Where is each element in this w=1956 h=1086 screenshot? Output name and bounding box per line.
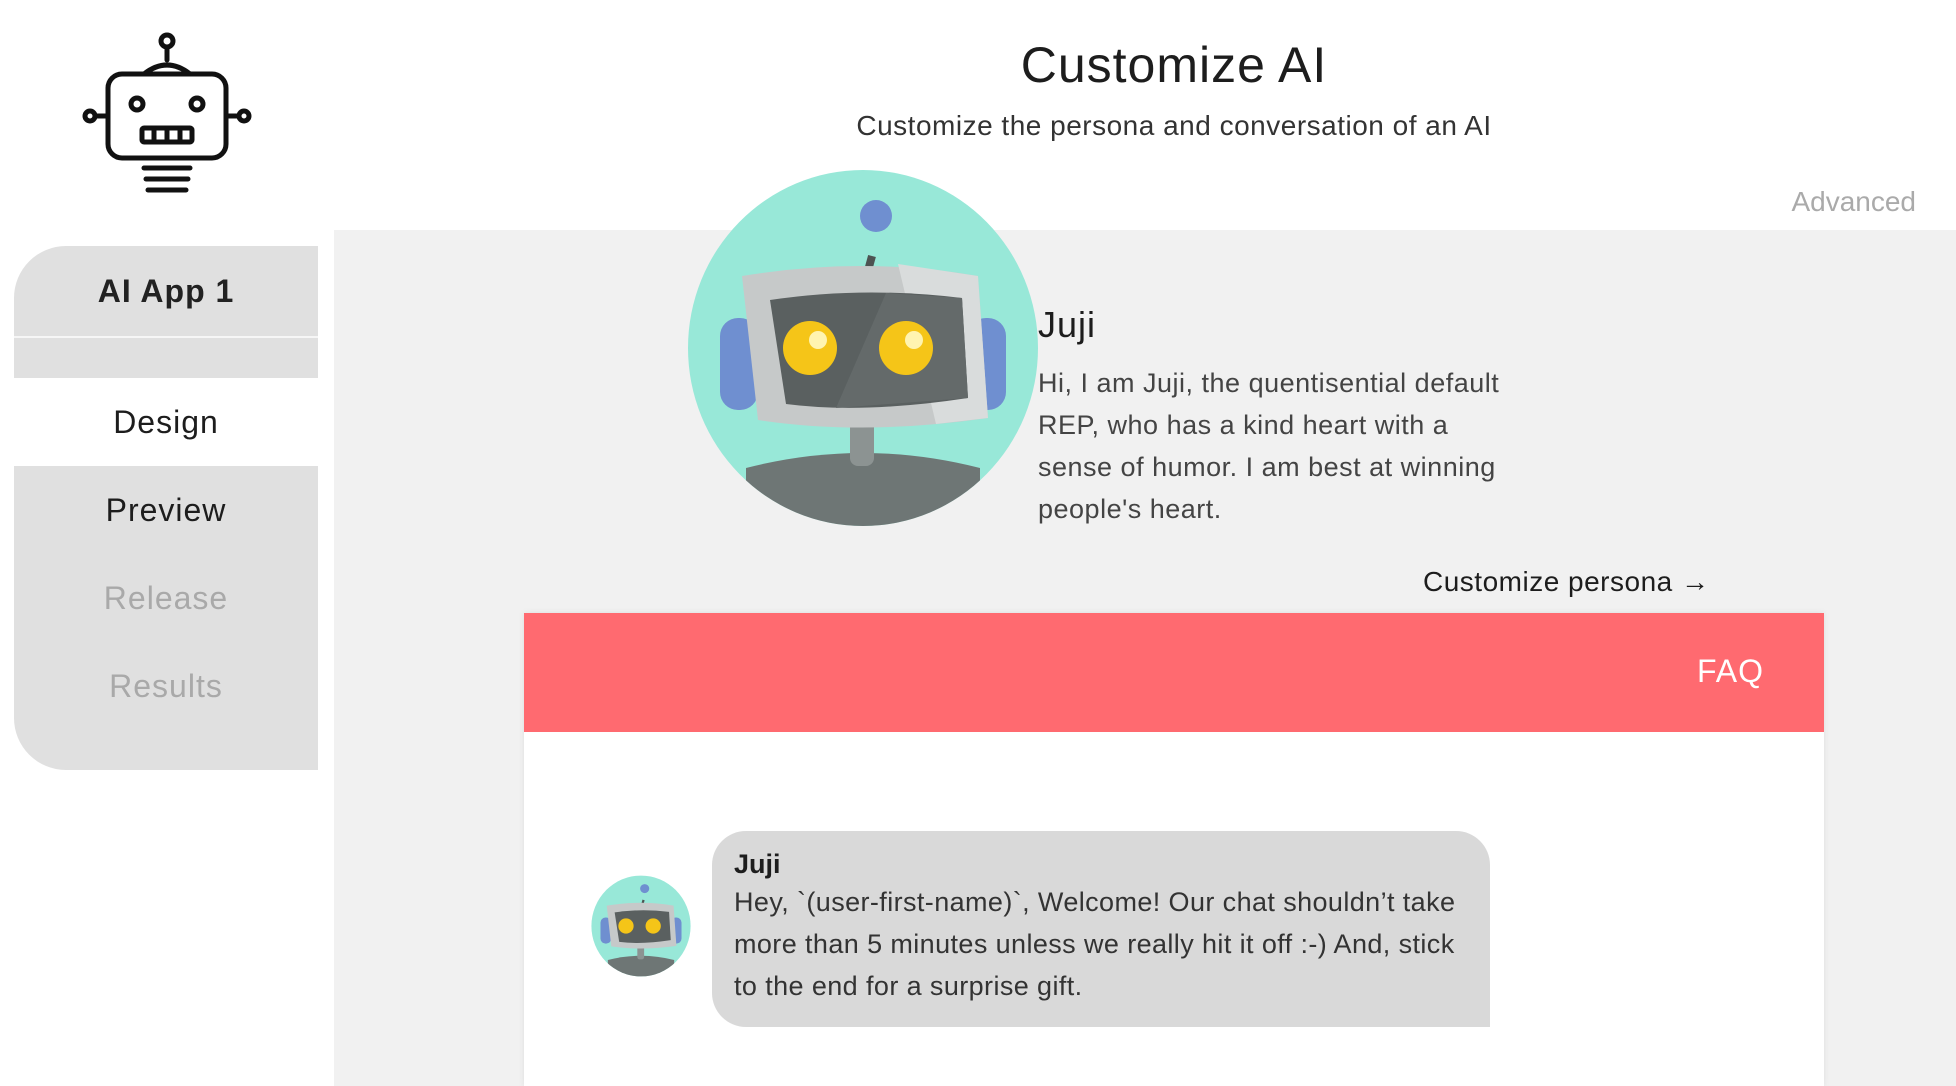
message-text: Hey, `(user-first-name)`, Welcome! Our c… — [734, 887, 1456, 1001]
advanced-link[interactable]: Advanced — [1791, 186, 1916, 218]
message-sender: Juji — [734, 849, 781, 879]
chat-avatar-icon — [591, 875, 691, 977]
sidebar: AI App 1 Design Preview Release Results — [14, 246, 318, 770]
page-subtitle: Customize the persona and conversation o… — [856, 110, 1492, 141]
sidebar-item-preview[interactable]: Preview — [14, 466, 318, 554]
persona-description: Hi, I am Juji, the quentisential default… — [1038, 368, 1500, 524]
customize-persona-link[interactable]: Customize persona → — [1423, 566, 1710, 598]
page-title: Customize AI — [1020, 37, 1328, 93]
robot-avatar-icon — [688, 170, 1038, 526]
faq-link[interactable]: FAQ — [1697, 653, 1764, 690]
sidebar-item-design[interactable]: Design — [14, 378, 318, 466]
chat-preview-card: FAQ Juji Hey, `(user-first-name)`, Welco… — [524, 613, 1824, 1086]
chat-header-bar: FAQ — [524, 613, 1824, 732]
persona-name: Juji — [1038, 304, 1097, 345]
sidebar-item-release[interactable]: Release — [14, 554, 318, 642]
app-name: AI App 1 — [97, 272, 235, 309]
sidebar-divider — [14, 336, 318, 338]
chat-message-bubble: Juji Hey, `(user-first-name)`, Welcome! … — [712, 831, 1490, 1027]
sidebar-item-results[interactable]: Results — [14, 642, 318, 730]
